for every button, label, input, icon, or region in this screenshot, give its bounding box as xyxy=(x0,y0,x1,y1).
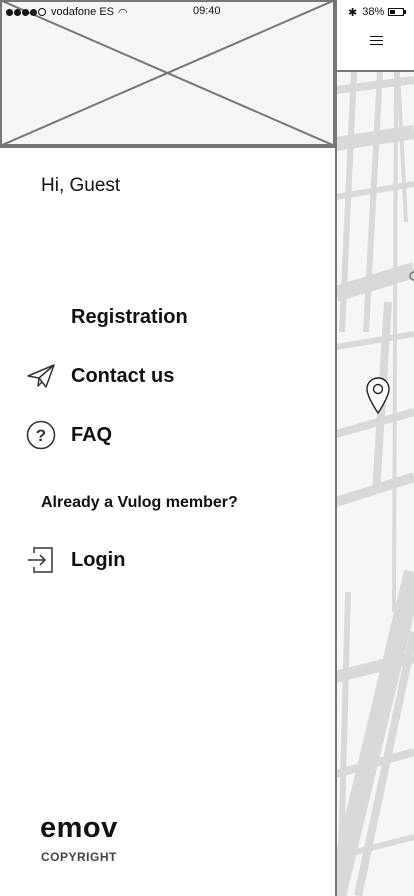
map-roads xyxy=(336,72,414,896)
status-right: ✱ 38% xyxy=(348,5,407,19)
app-screen: ✱ 38% vodafone ES ◠ 09:40 Hi, Guest Regi… xyxy=(0,0,414,896)
svg-text:?: ? xyxy=(36,426,46,445)
menu-item-label: Registration xyxy=(71,305,188,328)
registration-icon-space xyxy=(24,300,58,334)
brand-logo: emov xyxy=(40,812,118,844)
paper-plane-icon xyxy=(24,359,58,393)
battery-percent: 38% xyxy=(362,6,385,18)
map-view[interactable] xyxy=(336,72,414,896)
question-circle-icon: ? xyxy=(24,418,58,452)
location-pin-icon[interactable] xyxy=(365,376,391,416)
battery-icon xyxy=(388,8,407,16)
signal-icon xyxy=(6,8,47,16)
image-placeholder-icon xyxy=(0,0,335,148)
hamburger-icon[interactable] xyxy=(366,32,388,50)
menu-item-label: FAQ xyxy=(71,423,113,446)
menu-item-label: Login xyxy=(71,548,126,571)
status-time: 09:40 xyxy=(193,5,221,17)
wifi-icon: ◠ xyxy=(118,6,128,19)
menu-item-label: Contact us xyxy=(71,364,175,387)
login-arrow-icon xyxy=(24,543,58,577)
menu-item-login[interactable]: Login xyxy=(24,543,125,577)
status-left: vodafone ES ◠ xyxy=(6,5,128,19)
carrier-name: vodafone ES xyxy=(51,6,114,18)
copyright-text: COPYRIGHT xyxy=(41,850,117,864)
menu-item-registration[interactable]: Registration xyxy=(24,300,188,334)
menu-item-contact-us[interactable]: Contact us xyxy=(24,359,174,393)
member-question-text: Already a Vulog member? xyxy=(41,494,238,511)
bluetooth-icon: ✱ xyxy=(348,6,358,19)
greeting-text: Hi, Guest xyxy=(41,175,121,196)
menu-item-faq[interactable]: ? FAQ xyxy=(24,418,112,452)
side-drawer: vodafone ES ◠ 09:40 Hi, Guest Registrati… xyxy=(0,0,337,896)
